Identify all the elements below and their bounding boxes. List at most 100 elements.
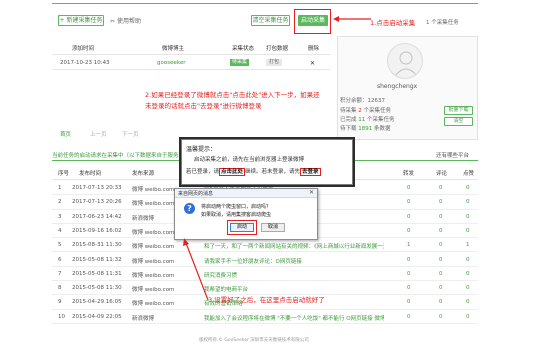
clear-tasks-button[interactable]: 清空采集任务	[251, 15, 290, 26]
header-comment: 评论	[436, 171, 448, 177]
row-source: 微博 weibo.com	[132, 201, 175, 208]
profile-wait: 待采集 2 个采集任务	[340, 108, 392, 114]
header-pub-time: 发布时间	[79, 171, 102, 177]
row-pub-time: 2015-05-08 11:32	[72, 256, 122, 263]
start-button[interactable]: 启动	[230, 223, 254, 232]
page-root: + 新建采集任务 ✂ 使用帮助 清空采集任务 启动采集 1 个采集任务 1.点击…	[0, 0, 554, 351]
section-more[interactable]: 还有哪些平台	[436, 151, 469, 159]
arrow-step1-icon	[333, 16, 371, 22]
annotation-step2: 2.如果已经登录了微博就点击"点击此处"进入下一步，如果还未登录的话就点击"去登…	[145, 91, 320, 110]
header-pack: 打包数据	[266, 46, 289, 52]
row-comment: 0	[439, 299, 443, 306]
help-link[interactable]: ✂ 使用帮助	[110, 16, 141, 25]
row-no: 8	[58, 285, 62, 292]
cancel-button[interactable]: 取消	[261, 223, 285, 232]
profile-done: 已完成 11 个采集任务	[340, 117, 395, 123]
row-source: 新浪微博	[132, 215, 155, 222]
page-first[interactable]: 首页	[60, 130, 71, 138]
table-row: 5 2015-08-31 11:30 微博 weibo.com 和了一天，和了一两个新…	[52, 238, 478, 253]
row-comment: 0	[439, 227, 443, 234]
row-like: 0	[466, 227, 470, 234]
header-add-time: 添加时间	[72, 46, 95, 52]
tip-dialog: 温馨提示： 启动采集之前，请先在当前浏览器上登录微博 若已登录，请 点击此处 继续。…	[181, 139, 353, 185]
row-comment: 0	[439, 256, 443, 263]
row-like: 0	[466, 313, 470, 320]
row-source: 微博 weibo.com	[132, 258, 175, 265]
table-row: 6 2015-05-08 11:32 微博 weibo.com 请我家手不一位好朋友评…	[52, 253, 478, 267]
row-pub-time: 2015-04-09 22:05	[72, 313, 122, 320]
row-forward: 0	[407, 227, 411, 234]
tip-dialog-line2: 若已登录，请 点击此处 继续。若未登录，请先 去登录	[186, 168, 321, 176]
row-source: 微博 weibo.com	[132, 244, 175, 251]
row-comment: 0	[439, 242, 443, 249]
annotation-step3: 3.设置好了之后，在这里点击启动就好了	[208, 296, 325, 304]
row-no: 4	[58, 227, 62, 234]
clear-button[interactable]: 清空	[444, 117, 473, 126]
new-task-button[interactable]: + 新建采集任务	[58, 15, 104, 26]
row-forward: 0	[407, 185, 411, 191]
row-like: 0	[466, 299, 470, 306]
row-pub-time: 2017-06-23 14:42	[72, 213, 122, 220]
question-icon: ?	[184, 203, 195, 214]
row-forward: 0	[407, 299, 411, 306]
page-next[interactable]: 下一页	[122, 130, 139, 138]
page-prev[interactable]: 上一页	[90, 130, 107, 138]
row-pub-time: 2015-08-31 11:30	[72, 242, 122, 249]
tip-dialog-line1: 启动采集之前，请先在当前浏览器上登录微博	[194, 157, 305, 163]
wrench-icon: ✂	[110, 18, 116, 25]
arrow-step3-icon	[183, 238, 209, 301]
header-delete: 删除	[308, 46, 320, 52]
row-like: 0	[466, 185, 470, 191]
row-no: 9	[58, 299, 62, 306]
row-content[interactable]: 我能加入了会议程序将在微博 "不要一个人吃饭" 都不能行 O网页链接 微博大家也…	[204, 314, 384, 322]
tip-dialog-title: 温馨提示：	[186, 146, 217, 153]
row-forward: 0	[407, 270, 411, 277]
row-status-badge: 待采集	[230, 59, 250, 66]
row-comment: 0	[439, 185, 443, 191]
header-no: 序号	[58, 171, 70, 177]
top-border	[52, 3, 478, 4]
close-icon[interactable]: ✕	[309, 189, 314, 196]
row-no: 3	[58, 213, 62, 220]
header-blogger: 微博博主	[162, 46, 185, 52]
go-login-link[interactable]: 去登录	[300, 168, 321, 176]
row-no: 1	[58, 185, 62, 191]
header-forward: 转发	[403, 171, 415, 177]
row-forward: 1	[407, 242, 411, 249]
row-forward: 0	[407, 285, 411, 292]
row-source: 微博 weibo.com	[132, 301, 175, 308]
row-like: 0	[466, 256, 470, 263]
row-no: 6	[58, 256, 62, 263]
row-no: 5	[58, 242, 62, 249]
profile-packed: 待下载 1891 条数据	[340, 126, 391, 132]
row-source: 微博 weibo.com	[132, 272, 175, 279]
row-comment: 0	[439, 270, 443, 277]
row-comment: 0	[439, 213, 443, 220]
row-source: 微博 weibo.com	[132, 187, 175, 193]
row-pub-time: 2017-07-13 20:33	[72, 185, 122, 191]
header-source: 发布来源	[132, 171, 155, 177]
row-pack-button[interactable]: 打包	[266, 59, 283, 66]
row-like: 0	[466, 270, 470, 277]
click-here-link[interactable]: 点击此处	[219, 168, 246, 176]
top-table-row: 2017-10-23 10:43 gooseeker 待采集 打包 ✕	[52, 56, 330, 70]
help-label: 使用帮助	[116, 18, 141, 25]
row-forward: 0	[407, 256, 411, 263]
table-row: 10 2015-04-09 22:05 新浪微博 我能加入了会议程序将在微博 "不要一…	[52, 310, 478, 324]
message-line2: 如果取消，请用集搜客启动爬虫	[201, 212, 272, 218]
top-table-header: 添加时间 微博博主 采集状态 打包数据 删除	[52, 39, 330, 55]
avatar	[387, 43, 423, 79]
row-delete-icon[interactable]: ✕	[310, 60, 315, 67]
row-blogger[interactable]: gooseeker	[157, 60, 186, 66]
row-like: 0	[466, 199, 470, 206]
start-collect-button[interactable]: 启动采集	[298, 15, 328, 26]
message-line1: 将启动两个爬虫窗口，启动吗？	[201, 204, 272, 210]
table-row: 7 2015-05-08 11:31 微博 weibo.com 研究消费习惯 0 0 0	[52, 267, 478, 282]
row-pub-time: 2015-09-16 16:02	[72, 227, 122, 234]
message-dialog: 来自网页的消息 ✕ ? 将启动两个爬虫窗口，启动吗？ 如果取消，请用集搜客启动爬…	[174, 188, 318, 240]
profile-points: 积分余额：12637	[340, 98, 386, 104]
row-no: 10	[58, 313, 65, 320]
batch-download-button[interactable]: 批量下载	[444, 106, 473, 115]
row-comment: 0	[439, 313, 443, 320]
row-forward: 0	[407, 213, 411, 220]
